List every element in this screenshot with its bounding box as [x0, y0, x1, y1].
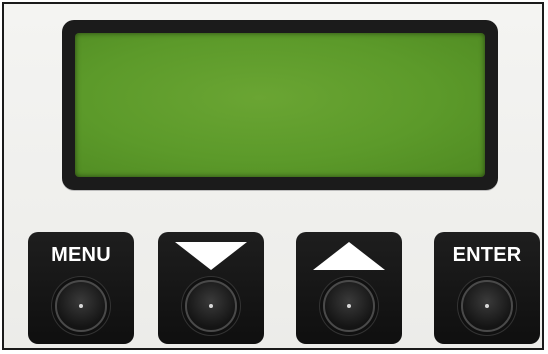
up-button[interactable] [296, 232, 402, 344]
down-arrow-icon [175, 242, 247, 270]
menu-label: MENU [51, 244, 111, 266]
button-dot [485, 304, 489, 308]
enter-button[interactable]: ENTER [434, 232, 540, 344]
button-dot [79, 304, 83, 308]
lcd-display [75, 33, 485, 177]
up-button-ring[interactable] [323, 280, 375, 332]
button-dot [347, 304, 351, 308]
menu-button[interactable]: MENU [28, 232, 134, 344]
lcd-bezel [62, 20, 498, 190]
down-button[interactable] [158, 232, 264, 344]
enter-label: ENTER [452, 244, 522, 266]
down-button-ring[interactable] [185, 280, 237, 332]
up-arrow-icon [313, 242, 385, 270]
menu-button-ring[interactable] [55, 280, 107, 332]
enter-button-ring[interactable] [461, 280, 513, 332]
control-panel: MENU ENTER [2, 2, 544, 350]
button-dot [209, 304, 213, 308]
